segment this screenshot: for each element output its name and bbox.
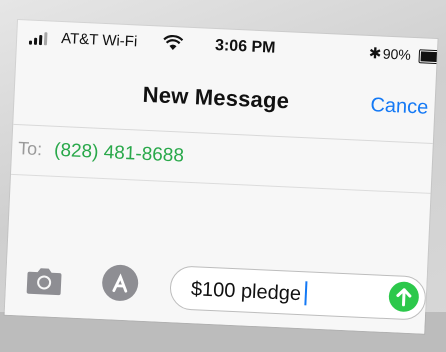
message-input-text: $100 pledge [190, 276, 308, 306]
signal-icon [28, 31, 56, 46]
phone-screen: AT&T Wi-Fi 3:06 PM ✱ 90% New Message Can… [4, 20, 438, 334]
cancel-button[interactable]: Cance [370, 94, 429, 120]
page-title: New Message [142, 81, 290, 114]
text-cursor [304, 281, 308, 306]
bluetooth-icon: ✱ [368, 44, 382, 63]
battery-percent: 90% [382, 45, 412, 63]
send-button[interactable] [388, 281, 420, 313]
recipient-number[interactable]: (828) 481-8688 [54, 140, 185, 168]
battery-icon [418, 49, 438, 65]
message-input[interactable]: $100 pledge [169, 265, 427, 321]
app-store-icon[interactable] [101, 264, 139, 302]
send-arrow-icon [396, 288, 412, 307]
status-time: 3:06 PM [214, 36, 276, 57]
wifi-icon [163, 34, 184, 51]
carrier-name: AT&T Wi-Fi [60, 29, 138, 51]
to-label: To: [17, 138, 43, 160]
camera-icon[interactable] [26, 265, 63, 297]
